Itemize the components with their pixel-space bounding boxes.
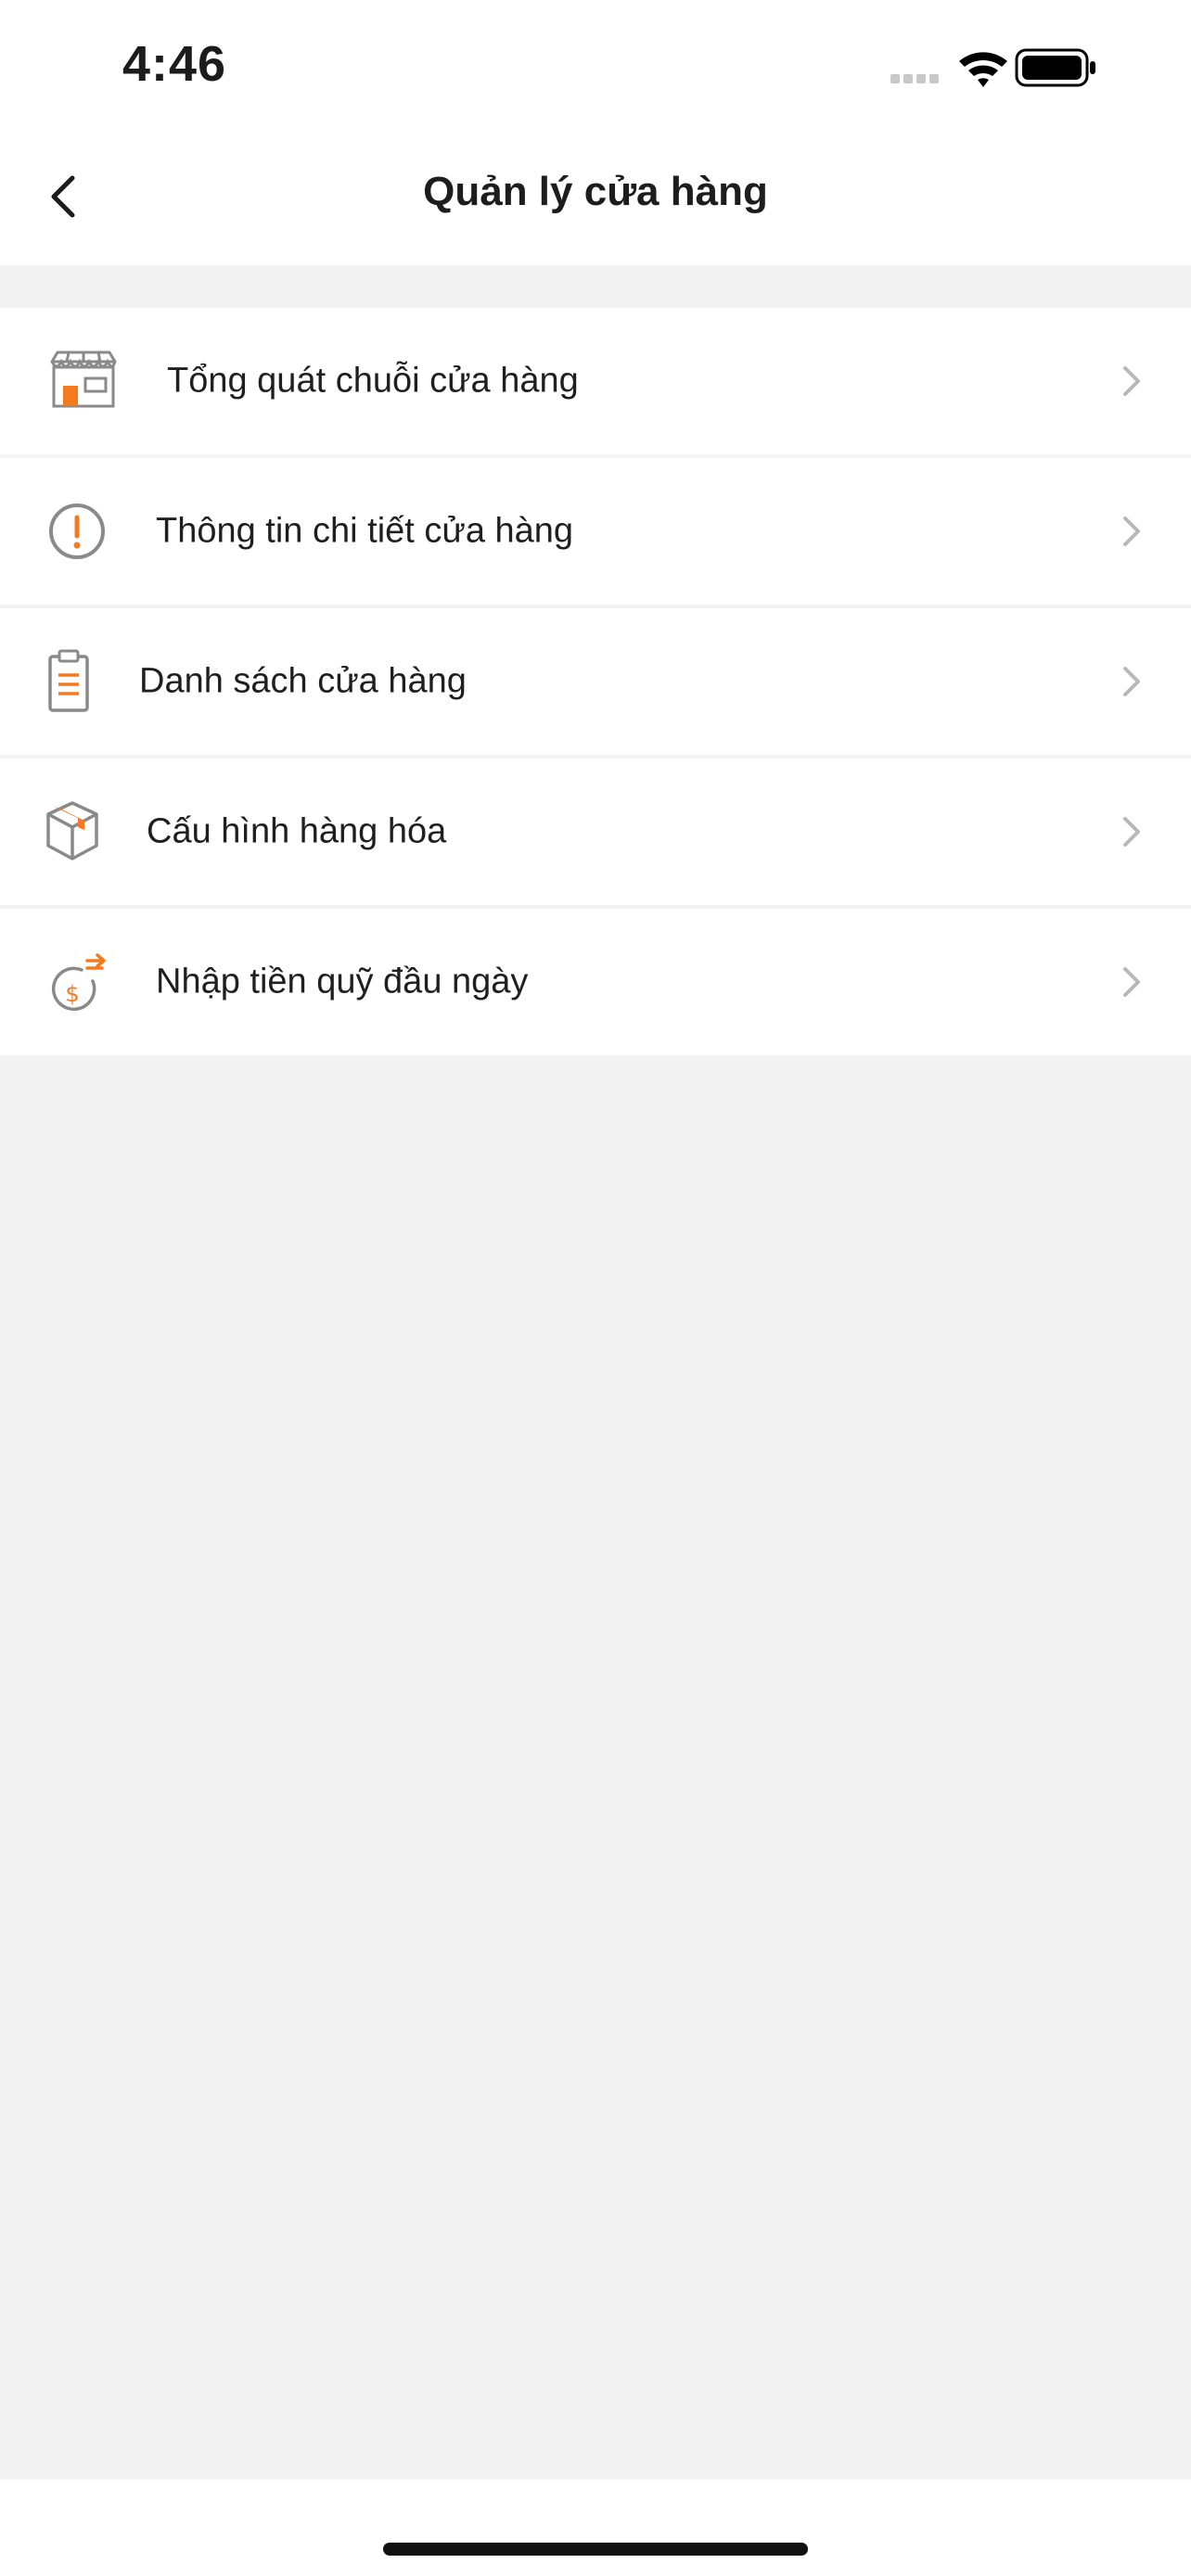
menu-item-store-details[interactable]: Thông tin chi tiết cửa hàng (0, 458, 1191, 605)
chevron-right-icon (1123, 667, 1140, 696)
status-bar: 4:46 (0, 0, 1191, 130)
cellular-signal-icon (890, 74, 939, 83)
svg-text:$: $ (65, 981, 79, 1007)
menu-item-label: Thông tin chi tiết cửa hàng (156, 511, 574, 551)
battery-icon (1015, 48, 1095, 87)
page-title: Quản lý cửa hàng (423, 169, 768, 214)
menu-item-product-configuration[interactable]: Cấu hình hàng hóa (0, 759, 1191, 905)
menu-item-label: Tổng quát chuỗi cửa hàng (167, 361, 579, 401)
chevron-right-icon (1123, 516, 1140, 546)
status-time: 4:46 (122, 36, 227, 92)
menu-item-label: Cấu hình hàng hóa (147, 811, 447, 851)
clipboard-list-icon (46, 649, 121, 714)
package-box-icon (46, 799, 121, 864)
storefront-icon (46, 349, 121, 414)
menu-item-store-list[interactable]: Danh sách cửa hàng (0, 608, 1191, 755)
cash-fund-icon: $ (46, 950, 121, 1014)
status-icons (890, 41, 1113, 96)
home-indicator-area (0, 2480, 1191, 2576)
menu-item-opening-cash-fund[interactable]: $ Nhập tiền quỹ đầu ngày (0, 909, 1191, 1055)
menu-item-store-chain-overview[interactable]: Tổng quát chuỗi cửa hàng (0, 308, 1191, 454)
store-management-menu: Tổng quát chuỗi cửa hàng Thông tin chi t… (0, 308, 1191, 1055)
chevron-right-icon (1123, 817, 1140, 847)
chevron-right-icon (1123, 967, 1140, 997)
navigation-header: Quản lý cửa hàng (0, 130, 1191, 265)
chevron-right-icon (1123, 366, 1140, 396)
menu-item-label: Nhập tiền quỹ đầu ngày (156, 962, 529, 1001)
info-alert-icon (46, 499, 121, 564)
wifi-icon (959, 52, 1007, 87)
menu-item-label: Danh sách cửa hàng (139, 661, 467, 701)
home-indicator[interactable] (383, 2543, 808, 2556)
